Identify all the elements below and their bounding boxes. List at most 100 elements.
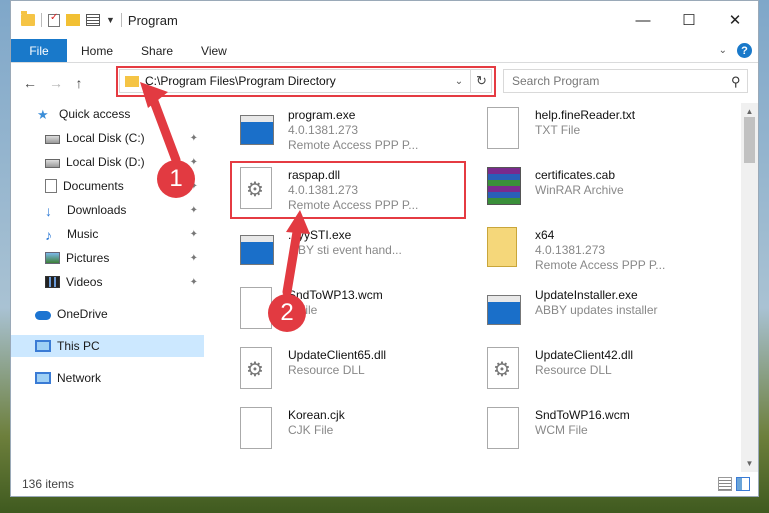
pin-icon[interactable]: ✦: [190, 253, 198, 264]
cloud-icon: [35, 311, 51, 320]
pc-icon: [35, 340, 51, 352]
pin-icon[interactable]: ✦: [190, 277, 198, 288]
properties-icon[interactable]: [48, 12, 60, 27]
forward-button[interactable]: →: [43, 75, 69, 91]
sidebar-item-music[interactable]: ♪ Music ✦: [11, 223, 204, 245]
file-name: ...yySTI.exe: [288, 228, 352, 242]
file-item[interactable]: certificates.cab WinRAR Archive: [487, 163, 717, 219]
scroll-down-icon[interactable]: ▼: [741, 455, 758, 472]
navigation-pane: ★ Quick access Local Disk (C:) ✦ Local D…: [11, 103, 204, 472]
file-item[interactable]: UpdateInstaller.exe ABBY updates install…: [487, 283, 717, 339]
file-item[interactable]: ...yySTI.exe ...BY sti event hand...: [240, 223, 470, 279]
pictures-icon: [45, 252, 60, 264]
file-name: UpdateClient42.dll: [535, 348, 634, 362]
vertical-scrollbar[interactable]: ▲ ▼: [741, 103, 758, 472]
ribbon-expand-chevron-icon[interactable]: ⌄: [719, 45, 727, 56]
view-toggle-icon[interactable]: [86, 14, 100, 26]
scrollbar-thumb[interactable]: [744, 117, 755, 163]
tab-view[interactable]: View: [187, 39, 241, 62]
file-item[interactable]: Korean.cjk CJK File: [240, 403, 470, 459]
item-count: 136 items: [22, 477, 75, 491]
disk-icon: [45, 159, 60, 168]
sidebar-item-quick-access[interactable]: ★ Quick access: [11, 103, 204, 125]
file-name: Korean.cjk: [288, 408, 345, 422]
explorer-window: ▼ Program — ☐ ✕ File Home Share View ⌄ ?…: [10, 0, 759, 497]
folder-icon: [21, 11, 35, 26]
dll-gear-icon: [487, 347, 523, 391]
search-input[interactable]: Search Program ⚲: [503, 69, 748, 93]
download-icon: ↓: [45, 203, 52, 219]
minimize-button[interactable]: —: [620, 1, 666, 39]
network-icon: [35, 372, 51, 384]
up-button[interactable]: ↑: [69, 75, 89, 91]
close-button[interactable]: ✕: [712, 1, 758, 39]
tab-file[interactable]: File: [11, 39, 67, 62]
maximize-button[interactable]: ☐: [666, 1, 712, 39]
app-icon: [487, 287, 523, 331]
window-title: Program: [127, 12, 178, 28]
status-bar: 136 items: [11, 472, 758, 496]
ribbon-tabs: File Home Share View ⌄ ?: [11, 39, 758, 63]
file-detail: Resource DLL: [288, 363, 365, 377]
toolbar-divider: [120, 13, 122, 27]
file-name: x64: [535, 228, 555, 242]
cab-archive-icon: [487, 167, 523, 211]
file-item[interactable]: UpdateClient42.dll Resource DLL: [487, 343, 717, 399]
videos-icon: [45, 276, 60, 288]
help-icon[interactable]: ?: [737, 43, 752, 58]
app-icon: [240, 227, 276, 271]
file-item[interactable]: program.exe 4.0.1381.273 Remote Access P…: [240, 103, 470, 159]
sidebar-item-local-disk-c[interactable]: Local Disk (C:) ✦: [11, 127, 204, 149]
quick-access-toolbar: ▼: [11, 11, 122, 27]
content-panes: ★ Quick access Local Disk (C:) ✦ Local D…: [11, 103, 758, 472]
file-icon: [240, 407, 276, 451]
sidebar-item-label: Music: [67, 227, 99, 241]
sidebar-item-videos[interactable]: Videos ✦: [11, 271, 204, 293]
sidebar-item-pictures[interactable]: Pictures ✦: [11, 247, 204, 269]
pin-icon[interactable]: ✦: [190, 157, 198, 168]
file-detail: ABBY updates installer: [535, 303, 658, 317]
pin-icon[interactable]: ✦: [190, 205, 198, 216]
file-detail: TXT File: [535, 123, 581, 137]
file-name: UpdateInstaller.exe: [535, 288, 638, 302]
file-name: SndToWP16.wcm: [535, 408, 630, 422]
file-name: help.fineReader.txt: [535, 108, 636, 122]
details-view-icon[interactable]: [718, 477, 732, 491]
sidebar-item-label: Network: [57, 371, 102, 385]
sidebar-item-label: Pictures: [66, 251, 110, 265]
sidebar-item-label: Quick access: [59, 107, 131, 121]
sidebar-item-onedrive[interactable]: OneDrive: [11, 303, 204, 325]
title-bar: ▼ Program — ☐ ✕: [11, 1, 758, 39]
text-file-icon: [487, 107, 523, 151]
back-button[interactable]: ←: [17, 75, 43, 91]
file-item[interactable]: help.fineReader.txt TXT File: [487, 103, 717, 159]
file-item[interactable]: x64 4.0.1381.273 Remote Access PPP P...: [487, 223, 717, 279]
navigation-bar: ← → ↑ C:\Program Files\Program Directory…: [11, 63, 758, 103]
file-item[interactable]: SndToWP16.wcm WCM File: [487, 403, 717, 459]
sidebar-item-downloads[interactable]: ↓ Downloads ✦: [11, 199, 204, 221]
callout-2: 2: [268, 294, 306, 332]
sidebar-item-label: Documents: [63, 179, 124, 193]
ribbon-right-controls: ⌄ ?: [719, 43, 752, 58]
documents-icon: [45, 179, 57, 193]
search-icon[interactable]: ⚲: [731, 74, 741, 90]
sidebar-item-label: Downloads: [67, 203, 127, 217]
dll-gear-icon: [240, 347, 276, 391]
pin-icon[interactable]: ✦: [190, 229, 198, 240]
tiles-view-icon[interactable]: [736, 477, 750, 491]
tab-home[interactable]: Home: [67, 39, 127, 62]
file-detail: Remote Access PPP P...: [535, 258, 666, 272]
file-item[interactable]: UpdateClient65.dll Resource DLL: [240, 343, 470, 399]
sidebar-item-network[interactable]: Network: [11, 367, 204, 389]
sidebar-item-label: Local Disk (D:): [66, 155, 145, 169]
file-icon: [487, 407, 523, 451]
customize-dropdown-icon[interactable]: ▼: [106, 15, 115, 25]
pin-icon[interactable]: ✦: [190, 133, 198, 144]
sidebar-item-this-pc[interactable]: This PC: [11, 335, 204, 357]
file-name: certificates.cab: [535, 168, 616, 182]
file-detail: WCM File: [535, 423, 588, 437]
tab-share[interactable]: Share: [127, 39, 187, 62]
new-folder-icon[interactable]: [66, 14, 80, 26]
file-detail: Remote Access PPP P...: [288, 138, 419, 152]
file-highlight-box: [230, 161, 466, 219]
